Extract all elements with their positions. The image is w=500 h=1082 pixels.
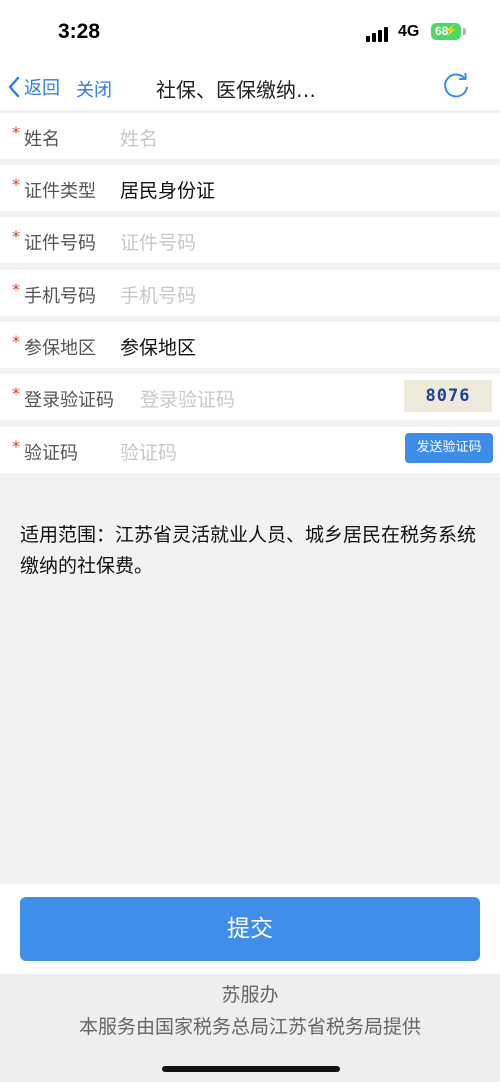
network-type: 4G [398,23,420,40]
login-captcha-row[interactable]: * 登录验证码 登录验证码 8076 [0,374,500,420]
id-type-select[interactable]: 居民身份证 [120,176,215,203]
required-mark: * [12,227,20,246]
refresh-button[interactable] [440,70,472,102]
captcha-image[interactable]: 8076 [404,380,492,412]
sms-code-label: 验证码 [24,443,78,464]
name-label: 姓名 [24,129,60,150]
nav-bar: 返回 关闭 社保、医保缴纳… [0,64,500,110]
footer-brand: 苏服办 [221,984,279,1006]
chevron-left-icon [8,76,20,98]
region-row[interactable]: * 参保地区 参保地区 [0,322,500,368]
charging-icon: ⚡ [444,25,458,37]
region-select[interactable]: 参保地区 [120,333,196,360]
submit-button[interactable]: 提交 [20,897,480,961]
home-indicator [162,1066,340,1072]
phone-label: 手机号码 [24,286,96,307]
footer: 苏服办 本服务由国家税务总局江苏省税务局提供 [0,974,500,1082]
id-number-row[interactable]: * 证件号码 证件号码 [0,217,500,263]
sms-code-input[interactable]: 验证码 [120,438,177,465]
submit-area: 提交 [0,884,500,974]
required-mark: * [12,175,20,194]
required-mark: * [12,384,20,403]
required-mark: * [12,280,20,299]
region-label: 参保地区 [24,338,96,359]
phone-row[interactable]: * 手机号码 手机号码 [0,270,500,316]
refresh-icon [444,73,468,98]
status-bar: 3:28 4G 68 ⚡ [0,0,500,64]
id-type-row[interactable]: * 证件类型 居民身份证 [0,165,500,211]
signal-icon [366,26,392,42]
id-number-input[interactable]: 证件号码 [120,228,196,255]
required-mark: * [12,437,20,456]
login-captcha-label: 登录验证码 [24,390,114,411]
phone-input[interactable]: 手机号码 [120,281,196,308]
back-button[interactable]: 返回 [8,72,60,102]
battery-icon: 68 ⚡ [431,23,461,40]
scope-text: 适用范围：江苏省灵活就业人员、城乡居民在税务系统缴纳的社保费。 [20,524,477,577]
name-input[interactable]: 姓名 [120,124,158,151]
back-label: 返回 [24,78,60,99]
required-mark: * [12,123,20,142]
login-captcha-input[interactable]: 登录验证码 [140,385,235,412]
required-mark: * [12,332,20,351]
name-row[interactable]: * 姓名 姓名 [0,113,500,159]
close-button[interactable]: 关闭 [76,76,112,102]
sms-code-row[interactable]: * 验证码 验证码 发送验证码 [0,427,500,473]
status-time: 3:28 [58,20,101,43]
page-title: 社保、医保缴纳… [156,78,316,102]
footer-provider: 本服务由国家税务总局江苏省税务局提供 [78,1016,421,1038]
id-number-label: 证件号码 [24,233,96,254]
send-code-button[interactable]: 发送验证码 [405,433,493,463]
id-type-label: 证件类型 [24,181,96,202]
